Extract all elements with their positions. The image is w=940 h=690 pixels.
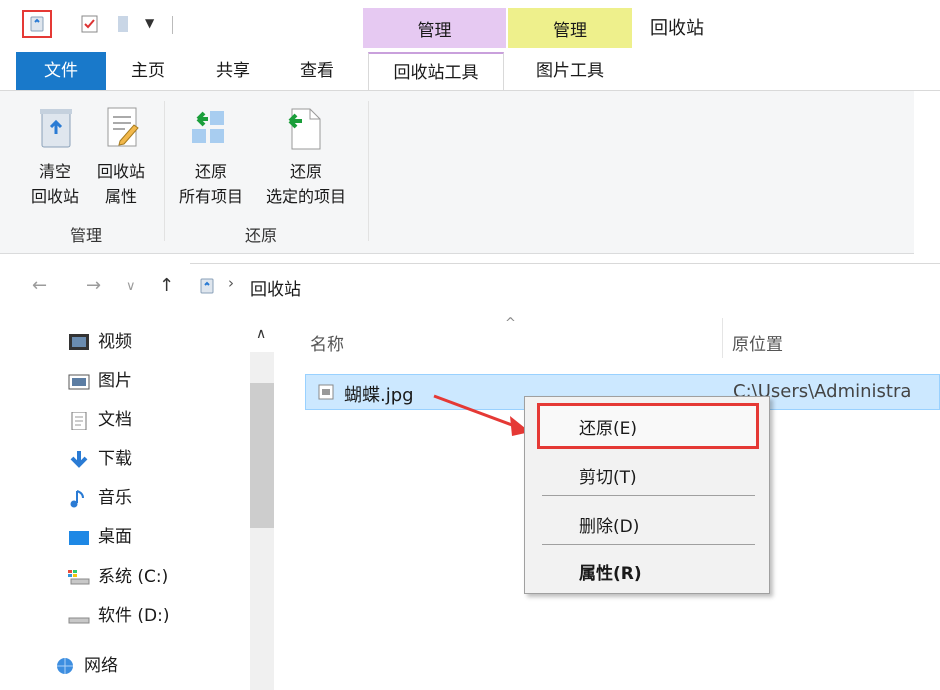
tab-view[interactable]: 查看 — [287, 52, 347, 90]
back-button[interactable]: ← — [32, 275, 47, 296]
breadcrumb-chevron-icon[interactable]: › — [228, 274, 234, 292]
ribbon: 清空 回收站 回收站 属性 还原 所有项目 还原 选定的项目 — [0, 91, 914, 254]
context-menu: 还原(E) 剪切(T) 删除(D) 属性(R) — [524, 396, 770, 594]
restore-all-button[interactable]: 还原 所有项目 — [170, 101, 252, 221]
address-divider — [190, 263, 940, 264]
forward-button[interactable]: → — [86, 275, 101, 296]
empty-bin-label-2: 回收站 — [30, 187, 79, 206]
tab-share[interactable]: 共享 — [203, 52, 263, 90]
menu-item-delete[interactable]: 删除(D) — [579, 512, 639, 537]
restore-selected-icon — [282, 105, 328, 156]
nav-item-documents[interactable]: 文档 — [98, 406, 132, 434]
bin-properties-label-2: 属性 — [104, 187, 137, 206]
menu-item-cut[interactable]: 剪切(T) — [579, 463, 637, 488]
desktop-icon — [68, 529, 90, 547]
music-icon — [68, 490, 90, 508]
image-file-icon — [318, 384, 334, 405]
downloads-icon — [68, 451, 90, 469]
restore-selected-button[interactable]: 还原 选定的项目 — [254, 101, 358, 221]
bin-properties-label-1: 回收站 — [96, 162, 145, 181]
tab-picture-tools[interactable]: 图片工具 — [510, 52, 630, 90]
recycle-bin-small-icon — [198, 276, 216, 301]
nav-item-downloads[interactable]: 下载 — [98, 445, 132, 473]
restore-selected-label-2: 选定的项目 — [265, 187, 346, 206]
nav-item-desktop[interactable]: 桌面 — [98, 523, 132, 551]
column-header-original-location[interactable]: 原位置 — [732, 330, 783, 355]
documents-icon — [68, 411, 90, 431]
context-header-manage-bin: 管理 — [363, 8, 506, 48]
up-button[interactable]: ↑ — [159, 275, 174, 296]
qat-divider — [172, 16, 173, 34]
recycle-bin-app-icon[interactable] — [22, 10, 52, 38]
title-bar: ▼ 管理 管理 回收站 — [0, 0, 940, 52]
tab-recycle-bin-tools[interactable]: 回收站工具 — [368, 52, 504, 92]
breadcrumb-location[interactable]: 回收站 — [250, 275, 301, 300]
recycle-bin-properties-button[interactable]: 回收站 属性 — [88, 101, 154, 221]
column-divider[interactable] — [722, 318, 723, 358]
software-drive-icon — [68, 609, 90, 627]
nav-item-music[interactable]: 音乐 — [98, 484, 132, 512]
menu-separator — [542, 544, 755, 545]
nav-item-network[interactable]: 网络 — [84, 652, 118, 680]
sort-ascending-icon: ^ — [505, 316, 516, 331]
properties-icon — [102, 105, 142, 156]
empty-recycle-bin-button[interactable]: 清空 回收站 — [22, 101, 92, 221]
nav-item-software-drive[interactable]: 软件 (D:) — [98, 602, 170, 630]
address-bar[interactable]: › 回收站 — [190, 264, 940, 308]
tab-file[interactable]: 文件 — [16, 52, 106, 90]
nav-item-system-drive[interactable]: 系统 (C:) — [98, 563, 168, 591]
restore-highlight-box — [537, 403, 759, 449]
system-drive-icon — [68, 569, 90, 587]
restore-selected-label-1: 还原 — [289, 162, 322, 181]
sidebar-scrollbar-thumb[interactable] — [250, 383, 274, 528]
nav-item-pictures[interactable]: 图片 — [98, 367, 132, 395]
sidebar-scroll-up-icon[interactable]: ∧ — [256, 326, 266, 342]
recycle-bin-icon — [36, 105, 76, 156]
restore-all-icon — [188, 105, 234, 156]
recent-locations-icon[interactable]: ∨ — [126, 279, 136, 294]
context-header-manage-picture: 管理 — [508, 8, 632, 48]
customize-toolbar-icon[interactable]: ▼ — [145, 16, 154, 30]
column-header-name[interactable]: 名称 — [310, 330, 344, 355]
ribbon-group-divider — [164, 101, 165, 241]
new-folder-icon[interactable] — [114, 14, 134, 34]
menu-separator — [542, 495, 755, 496]
window-title: 回收站 — [650, 18, 704, 39]
tab-home[interactable]: 主页 — [118, 52, 178, 90]
videos-icon — [68, 333, 90, 351]
file-name: 蝴蝶.jpg — [344, 385, 414, 406]
network-icon — [54, 657, 76, 675]
ribbon-group-manage: 管理 — [70, 226, 103, 245]
menu-item-restore[interactable]: 还原(E) — [579, 414, 637, 439]
pictures-icon — [68, 373, 90, 391]
empty-bin-label-1: 清空 — [38, 162, 71, 181]
ribbon-group-divider-2 — [368, 101, 369, 241]
ribbon-group-restore: 还原 — [245, 226, 278, 245]
nav-item-videos[interactable]: 视频 — [98, 328, 132, 356]
properties-check-icon[interactable] — [80, 14, 100, 34]
menu-item-properties[interactable]: 属性(R) — [579, 559, 642, 584]
restore-all-label-2: 所有项目 — [178, 187, 243, 206]
restore-all-label-1: 还原 — [194, 162, 227, 181]
